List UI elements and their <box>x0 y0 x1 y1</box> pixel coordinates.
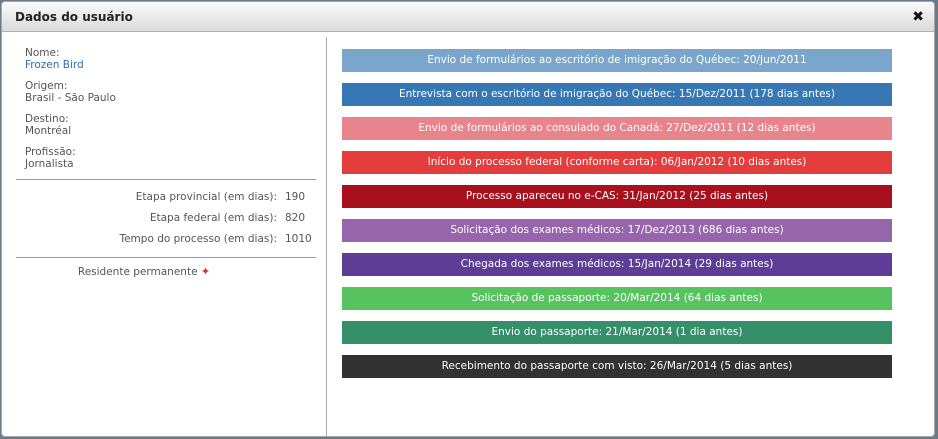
process-timeline: Envio de formulários ao escritório de im… <box>342 49 892 389</box>
origin-label: Origem: <box>25 80 68 92</box>
stat-row-federal: Etapa federal (em dias): 820 <box>2 207 326 228</box>
origin-value: Brasil - São Paulo <box>25 92 116 104</box>
destination-label: Destino: <box>25 113 69 125</box>
stat-value: 1010 <box>285 232 312 245</box>
name-field: Nome: Frozen Bird <box>25 47 326 71</box>
divider <box>16 257 316 258</box>
maple-leaf-icon: ✦ <box>200 265 211 278</box>
stat-label: Etapa provincial (em dias): <box>135 190 277 203</box>
timeline-step-10: Recebimento do passaporte com visto: 26/… <box>342 355 892 378</box>
timeline-step-3: Envio de formulários ao consulado do Can… <box>342 117 892 140</box>
profession-label: Profissão: <box>25 146 76 158</box>
timeline-step-6: Solicitação dos exames médicos: 17/Dez/2… <box>342 219 892 242</box>
stat-label: Tempo do processo (em dias): <box>119 232 277 245</box>
timeline-step-1: Envio de formulários ao escritório de im… <box>342 49 892 72</box>
name-label: Nome: <box>25 47 60 59</box>
close-icon[interactable]: ✖ <box>912 10 924 24</box>
stat-value: 190 <box>285 190 306 203</box>
timeline-step-9: Envio do passaporte: 21/Mar/2014 (1 dia … <box>342 321 892 344</box>
timeline-step-7: Chegada dos exames médicos: 15/Jan/2014 … <box>342 253 892 276</box>
stat-value: 820 <box>285 211 306 224</box>
dialog-content: Nome: Frozen Bird Origem: Brasil - São P… <box>2 33 934 436</box>
status-label: Residente permanente <box>77 266 198 278</box>
profession-value: Jornalista <box>25 158 74 170</box>
timeline-step-2: Entrevista com o escritório de imigração… <box>342 83 892 106</box>
stat-label: Etapa federal (em dias): <box>149 211 277 224</box>
stat-row-provincial: Etapa provincial (em dias): 190 <box>2 186 326 207</box>
destination-field: Destino: Montréal <box>25 113 326 137</box>
stat-row-total: Tempo do processo (em dias): 1010 <box>2 228 326 249</box>
user-name-link[interactable]: Frozen Bird <box>25 59 326 71</box>
dialog-title: Dados do usuário <box>15 9 133 24</box>
timeline-step-5: Processo apareceu no e-CAS: 31/Jan/2012 … <box>342 185 892 208</box>
origin-field: Origem: Brasil - São Paulo <box>25 80 326 104</box>
timeline-step-8: Solicitação de passaporte: 20/Mar/2014 (… <box>342 287 892 310</box>
destination-value: Montréal <box>25 125 72 137</box>
profile-panel: Nome: Frozen Bird Origem: Brasil - São P… <box>2 37 327 436</box>
profession-field: Profissão: Jornalista <box>25 146 326 170</box>
user-data-dialog: Dados do usuário ✖ Nome: Frozen Bird Ori… <box>1 1 935 437</box>
profile-info: Nome: Frozen Bird Origem: Brasil - São P… <box>2 37 326 170</box>
process-stats: Etapa provincial (em dias): 190 Etapa fe… <box>2 180 326 255</box>
permanent-resident-status: Residente permanente ✦ <box>2 265 326 278</box>
dialog-titlebar: Dados do usuário ✖ <box>2 2 934 32</box>
timeline-step-4: Início do processo federal (conforme car… <box>342 151 892 174</box>
